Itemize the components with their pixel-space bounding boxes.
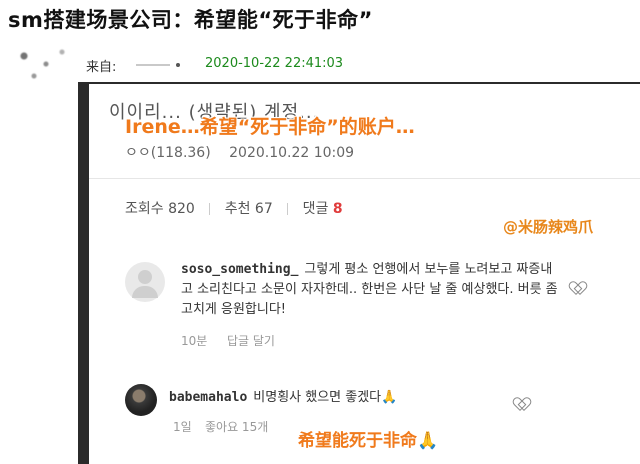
stat-separator xyxy=(209,203,211,215)
forum-title: sm搭建场景公司：希望能“死于非命” xyxy=(8,8,373,32)
user-avatar[interactable] xyxy=(125,384,157,416)
heart-icon[interactable] xyxy=(515,398,527,410)
post-meta-row: 来自: 2020-10-22 22:41:03 xyxy=(0,44,640,88)
caption-translation-overlay: 希望能死于非命🙏 xyxy=(298,431,439,451)
comment-username[interactable]: babemahalo xyxy=(169,390,247,405)
comments-label: 댓글 xyxy=(302,201,329,217)
comment-time: 10분 xyxy=(181,334,208,348)
comment-item: soso_something_ 그렇게 평소 언행에서 보누를 노려보고 짜증내고… xyxy=(125,260,605,348)
post-timestamp: 2020-10-22 22:41:03 xyxy=(205,56,344,71)
post-author-meta: ㅇㅇ(118.36) 2020.10.22 10:09 xyxy=(125,142,354,162)
embedded-screenshot: 이이리... (생략된) 계정... Irene…希望“死于非命”的账户… ㅇㅇ… xyxy=(89,84,640,464)
comment-time: 1일 xyxy=(173,420,192,434)
watermark: @米肠辣鸡爪 xyxy=(503,218,594,236)
recommend-count: 추천 67 xyxy=(224,201,273,217)
redacted-source xyxy=(136,64,170,66)
views-count: 조회수 820 xyxy=(125,201,195,217)
comments-count: 8 xyxy=(332,201,343,217)
heart-icon[interactable] xyxy=(571,282,583,294)
reply-button[interactable]: 답글 달기 xyxy=(227,332,275,349)
redacted-dot xyxy=(176,63,180,67)
default-avatar[interactable] xyxy=(125,262,165,302)
from-label: 来自: xyxy=(86,60,117,75)
likes-count[interactable]: 좋아요 15개 xyxy=(205,418,268,435)
title-translation-overlay: Irene…希望“死于非命”的账户… xyxy=(125,116,415,138)
divider xyxy=(89,178,640,179)
comment-username[interactable]: soso_something_ xyxy=(181,262,298,277)
stat-separator xyxy=(287,203,289,215)
blurred-avatar xyxy=(4,44,74,88)
author-ip: ㅇㅇ(118.36) xyxy=(125,145,211,161)
post-date: 2020.10.22 10:09 xyxy=(229,145,355,161)
comment-body: soso_something_ 그렇게 평소 언행에서 보누를 노려보고 짜증내고… xyxy=(181,260,561,320)
comment-body: babemahalo 비명횡사 했으면 좋겠다🙏 xyxy=(169,388,549,408)
comment-text: 비명횡사 했으면 좋겠다🙏 xyxy=(253,390,398,405)
post-stats: 조회수 820 추천 67 댓글 8 xyxy=(125,198,343,218)
